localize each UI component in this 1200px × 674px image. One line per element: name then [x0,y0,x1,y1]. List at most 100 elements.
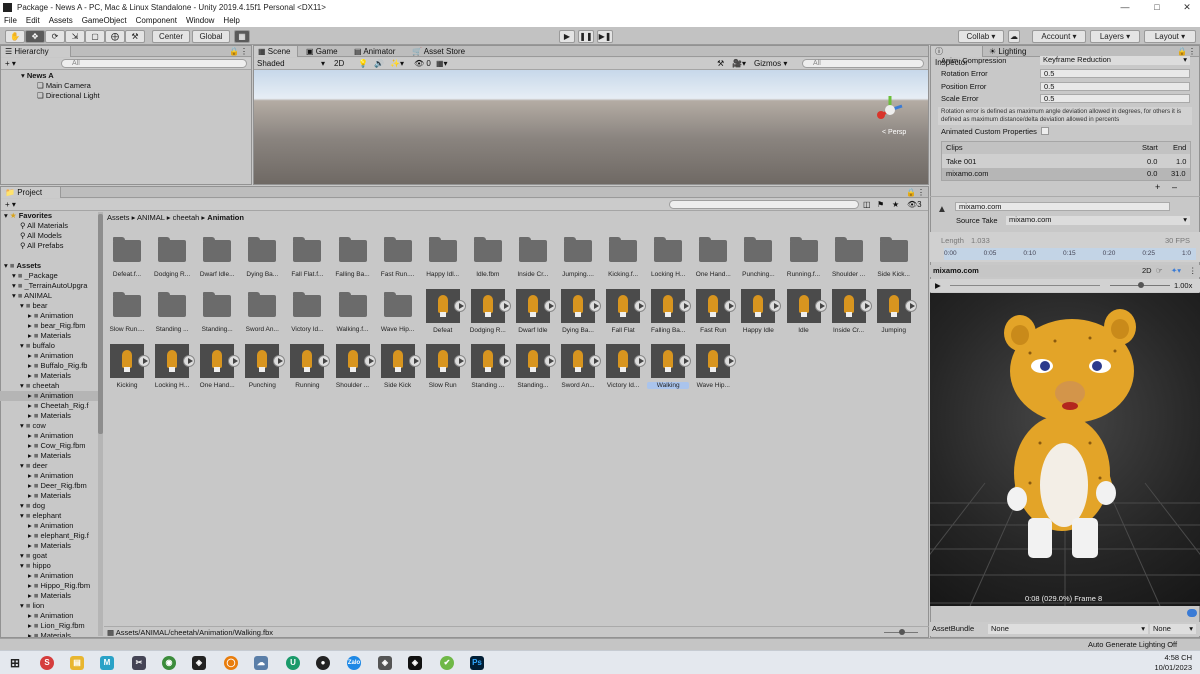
tab-game[interactable]: ▣ Game [302,46,342,57]
tree-row[interactable]: ▸ ■ Cheetah_Rig.f [0,401,98,411]
menu-gameobject[interactable]: GameObject [82,16,127,25]
hierarchy-item-directional-light[interactable]: ❏ Directional Light [21,91,100,101]
menu-edit[interactable]: Edit [26,16,40,25]
preview-drag-icon[interactable] [1187,609,1197,617]
anim-compression-dropdown[interactable]: Keyframe Reduction ▾ [1040,56,1190,65]
scale-tool-icon[interactable]: ⇲ [65,30,85,43]
preview-scrub-bar[interactable] [950,285,1100,286]
snap-icon[interactable]: ▦ [234,30,250,43]
unity-hub-icon[interactable]: ◈ [378,656,392,670]
pivot-global-button[interactable]: Global [192,30,230,43]
clip-row[interactable]: Take 001 0.0 1.0 [942,156,1190,168]
tree-row[interactable]: ▸ ■ Animation [0,611,98,621]
folder-asset[interactable]: Running.f... [783,234,825,286]
more-menu-icon[interactable]: ⋮ [1189,265,1197,277]
tree-row[interactable]: ▸ ■ Deer_Rig.fbm [0,481,98,491]
app-green-icon[interactable]: ✔ [440,656,454,670]
animation-asset[interactable]: Wave Hip... [692,344,737,396]
animation-asset[interactable]: Idle [783,289,827,341]
lock-icon[interactable]: 🔒 [906,187,916,198]
menu-help[interactable]: Help [223,16,239,25]
hand-tool-icon[interactable]: ✋ [5,30,25,43]
shading-mode-dropdown[interactable]: Shaded ▾ [257,58,329,70]
play-icon[interactable] [904,300,917,312]
folder-asset[interactable]: Shoulder ... [828,234,870,286]
animation-asset[interactable]: Fast Run [692,289,737,341]
clip-name-input[interactable]: mixamo.com [955,202,1170,211]
animation-asset[interactable]: Sword An... [557,344,601,396]
tree-row[interactable]: ▾ ■ _Package [0,271,98,281]
favorite-item[interactable]: ⚲ All Models [4,231,68,241]
custom-tool-icon[interactable]: ⚒ [125,30,145,43]
pivot-icon[interactable]: ☞ [1156,265,1163,277]
play-icon[interactable] [453,300,466,312]
animation-asset[interactable]: Side Kick [377,344,421,396]
breadcrumb-item[interactable]: cheetah [173,213,200,222]
rect-tool-icon[interactable]: ▢ [85,30,105,43]
audio-icon[interactable]: 🔊 [374,58,384,70]
favorites-header[interactable]: ▾ ★ Favorites [4,211,68,221]
assetbundle-variant-dropdown[interactable]: None ▾ [1150,624,1196,634]
play-icon[interactable] [589,300,601,312]
preview-play-button[interactable]: ▶ [935,279,941,292]
animation-asset[interactable]: Fall Flat [602,289,647,341]
tree-row[interactable]: ▾ ■ hippo [0,561,98,571]
tree-row[interactable]: ▸ ■ elephant_Rig.f [0,531,98,541]
play-icon[interactable] [814,300,827,312]
position-error-input[interactable]: 0.5 [1040,82,1190,91]
folder-asset[interactable]: One Hand... [692,234,734,286]
tree-row[interactable]: ▾ ■ cheetah [0,381,98,391]
folder-asset[interactable]: Dying Ba... [241,234,283,286]
tree-row[interactable]: ▸ ■ Animation [0,351,98,361]
tree-scrollbar[interactable] [98,212,103,636]
scene-search-input[interactable]: All [802,59,924,68]
tree-row[interactable]: ▸ ■ Materials [0,411,98,421]
scene-view[interactable] [254,70,928,184]
animation-asset[interactable]: Walking [647,344,692,396]
folder-asset[interactable]: Punching... [737,234,779,286]
minimize-icon[interactable]: — [1110,0,1140,14]
animation-asset[interactable]: Dying Ba... [557,289,601,341]
play-icon[interactable] [543,300,556,312]
tree-row[interactable]: ▸ ■ Materials [0,451,98,461]
lock-icon[interactable]: 🔒 [229,46,239,57]
animation-asset[interactable]: Punching [241,344,286,396]
tree-row[interactable]: ▸ ■ bear_Rig.fbm [0,321,98,331]
tab-hierarchy[interactable]: ☰ Hierarchy [1,46,71,57]
tree-row[interactable]: ▸ ■ Animation [0,391,98,401]
step-button[interactable]: ▶❚ [597,30,613,43]
toggle-2d-button[interactable]: 2D [334,58,344,70]
hidden-count-icon[interactable]: 👁 0 [414,58,431,70]
animation-asset[interactable]: Running [286,344,331,396]
play-icon[interactable] [724,300,737,312]
tree-row[interactable]: ▸ ■ Buffalo_Rig.fb [0,361,98,371]
play-icon[interactable] [634,300,647,312]
tree-row[interactable]: ▸ ■ Animation [0,311,98,321]
play-icon[interactable] [724,355,737,367]
animation-asset[interactable]: Standing ... [467,344,511,396]
gizmos-dropdown[interactable]: Gizmos ▾ [754,58,787,70]
photoshop-icon[interactable]: Ps [470,656,484,670]
play-icon[interactable] [634,355,647,367]
play-icon[interactable] [589,355,601,367]
tree-row[interactable]: ▸ ■ Materials [0,371,98,381]
tree-row[interactable]: ▾ ■ cow [0,421,98,431]
animation-asset[interactable]: Victory Id... [602,344,647,396]
tree-row[interactable]: ▸ ■ Animation [0,471,98,481]
unity-editor-icon[interactable]: ◈ [408,656,422,670]
zoom-slider-handle[interactable] [899,629,905,635]
play-icon[interactable] [228,355,241,367]
speed-slider-handle[interactable] [1138,282,1144,288]
app-cloud-icon[interactable]: ☁ [254,656,268,670]
tree-row[interactable]: ▾ ■ elephant [0,511,98,521]
breadcrumb-item[interactable]: ANIMAL [137,213,165,222]
folder-asset[interactable]: Defeat.f... [106,234,148,286]
tab-scene[interactable]: ▦ Scene [254,46,298,57]
play-icon[interactable] [363,355,376,367]
file-explorer-icon[interactable]: ▤ [70,656,84,670]
menu-file[interactable]: File [4,16,17,25]
add-icon[interactable]: + ▾ [5,58,16,70]
grid-icon[interactable]: ▦▾ [436,58,448,70]
tree-row[interactable]: ▸ ■ Animation [0,431,98,441]
animation-asset[interactable]: Standing... [512,344,556,396]
